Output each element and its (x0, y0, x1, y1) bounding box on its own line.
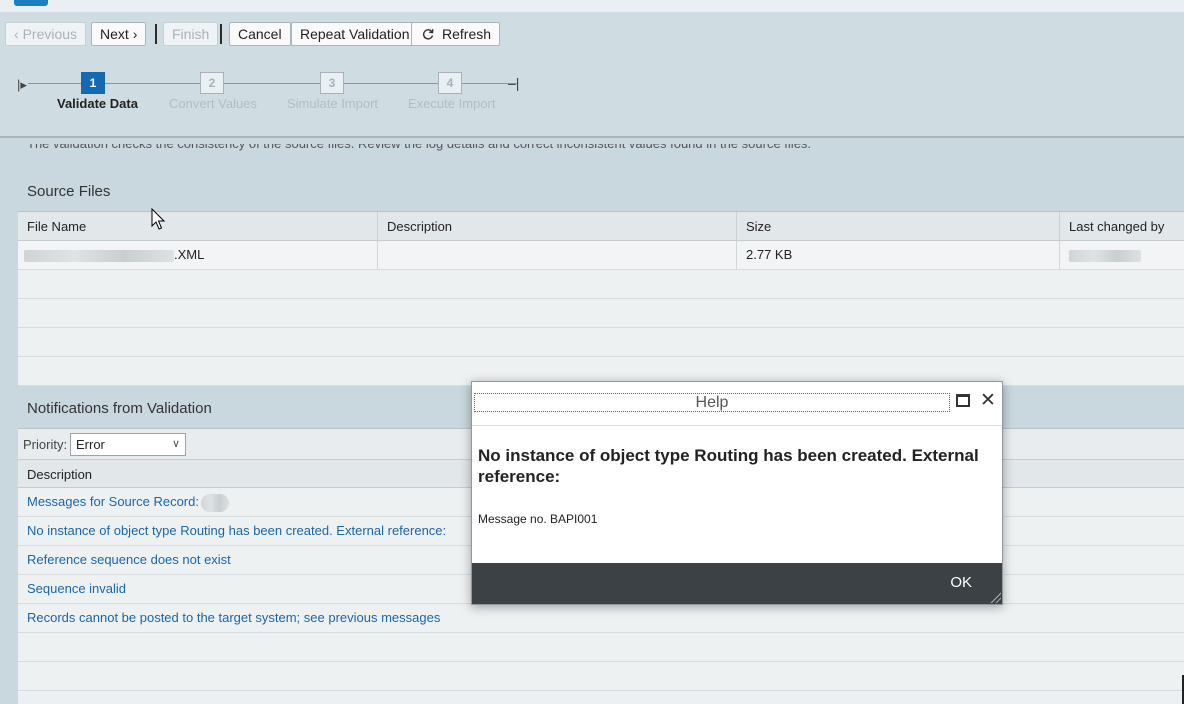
maximize-icon[interactable] (956, 394, 970, 407)
table-header: File Name Description Size Last changed … (18, 212, 1184, 241)
notifications-title: Notifications from Validation (27, 400, 212, 417)
priority-value: Error (76, 437, 105, 452)
close-icon[interactable]: ✕ (980, 389, 996, 413)
table-row (18, 299, 1184, 328)
sap-logo (14, 0, 48, 6)
dialog-title[interactable]: Help (474, 393, 950, 412)
source-files-table: File Name Description Size Last changed … (18, 211, 1184, 386)
notification-link[interactable]: Messages for Source Record: (27, 494, 199, 509)
column-header-description[interactable]: Description (377, 212, 736, 241)
list-item[interactable]: Records cannot be posted to the target s… (18, 604, 1184, 633)
column-header-last-changed-by[interactable]: Last changed by (1059, 212, 1184, 241)
table-row (18, 328, 1184, 357)
redacted-user (1069, 249, 1141, 262)
file-name-cell: .XML (18, 241, 377, 269)
chevron-down-icon: ∨ (171, 438, 180, 450)
resize-grip-icon[interactable] (989, 591, 1001, 603)
repeat-validation-button[interactable]: Repeat Validation (291, 22, 419, 46)
repeat-validation-label: Repeat Validation (300, 26, 410, 42)
finish-button[interactable]: Finish (163, 22, 219, 46)
redacted-record-id (200, 493, 229, 512)
finish-label: Finish (172, 26, 210, 42)
previous-label: Previous (22, 26, 78, 42)
redacted-file-name (24, 249, 174, 262)
roadmap-step-1[interactable]: 1 (81, 72, 105, 94)
toolbar-separator (155, 24, 157, 44)
toolbar-separator (220, 24, 222, 44)
roadmap-step-4-label: Execute Import (408, 96, 496, 111)
mouse-cursor-icon (151, 208, 166, 230)
column-header-size[interactable]: Size (736, 212, 1059, 241)
refresh-button[interactable]: Refresh (411, 22, 501, 46)
priority-label: Priority: (23, 437, 68, 452)
roadmap-step-1-label: Validate Data (57, 96, 138, 111)
notification-link[interactable]: Reference sequence does not exist (27, 552, 231, 567)
roadmap-step-4[interactable]: 4 (438, 72, 462, 94)
next-label: Next (100, 26, 129, 42)
dialog-footer: OK (472, 563, 1002, 604)
roadmap-step-3-label: Simulate Import (287, 96, 379, 111)
help-dialog: Help ✕ No instance of object type Routin… (471, 381, 1003, 605)
refresh-icon (422, 23, 434, 45)
notification-link[interactable]: Records cannot be posted to the target s… (27, 610, 440, 625)
last-changed-by-cell (1059, 241, 1184, 269)
table-row (18, 270, 1184, 299)
notification-link[interactable]: No instance of object type Routing has b… (27, 523, 446, 538)
chevron-left-icon: ‹ (14, 26, 19, 42)
refresh-label: Refresh (442, 26, 492, 42)
size-cell: 2.77 KB (736, 241, 1059, 269)
priority-select[interactable]: Error ∨ (70, 433, 186, 456)
roadmap: |▸ –| 1 Validate Data 2 Convert Values 3… (0, 56, 1184, 138)
toolbar: ‹ Previous Next › Finish Cancel Repeat V… (0, 12, 1184, 56)
notification-link[interactable]: Sequence invalid (27, 581, 126, 596)
chevron-right-icon: › (132, 26, 138, 42)
description-cell (377, 241, 736, 269)
column-header-file-name[interactable]: File Name (18, 212, 377, 241)
cancel-label: Cancel (238, 26, 282, 42)
list-item (18, 633, 1184, 662)
list-item (18, 662, 1184, 691)
roadmap-step-2-label: Convert Values (169, 96, 257, 111)
next-button[interactable]: Next › (91, 22, 147, 46)
roadmap-step-2[interactable]: 2 (200, 72, 224, 94)
notification-text: Records cannot be posted to the target s… (18, 604, 1184, 632)
cancel-button[interactable]: Cancel (229, 22, 291, 46)
ok-button[interactable]: OK (950, 574, 972, 591)
intro-text: The validation checks the consistency of… (27, 144, 811, 154)
source-files-title: Source Files (27, 183, 111, 200)
top-strip (0, 0, 1184, 12)
table-row[interactable]: .XML 2.77 KB (18, 241, 1184, 270)
file-extension: .XML (174, 247, 205, 262)
roadmap-step-3[interactable]: 3 (320, 72, 344, 94)
roadmap-end-icon: –| (508, 75, 520, 91)
dialog-header: Help ✕ (472, 382, 1002, 426)
dialog-message: No instance of object type Routing has b… (478, 446, 979, 486)
roadmap-start-icon: |▸ (17, 77, 27, 92)
previous-button[interactable]: ‹ Previous (5, 22, 87, 46)
dialog-message-number: Message no. BAPI001 (478, 512, 598, 526)
